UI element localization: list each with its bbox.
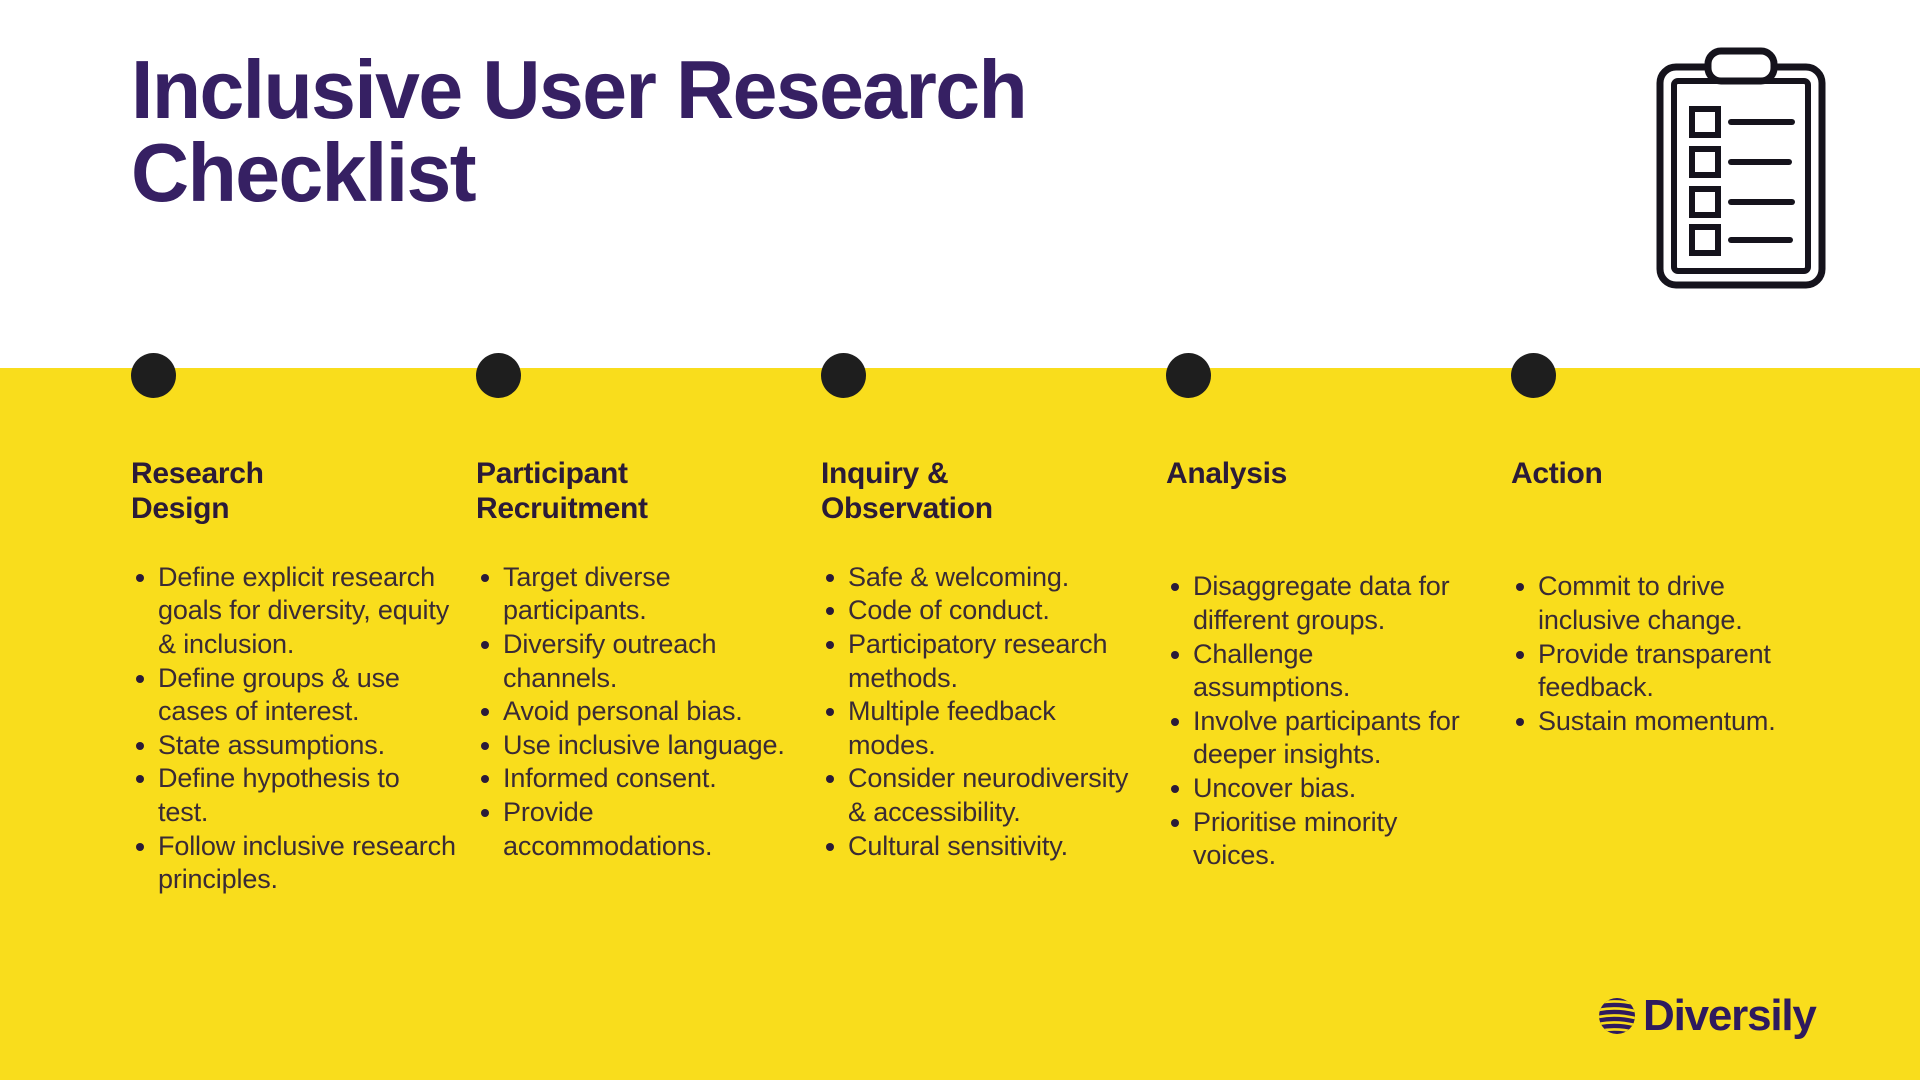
list-item: Code of conduct. [821,594,1147,628]
clipboard-checklist-icon [1652,45,1830,295]
checklist-column-action: Action Commit to drive inclusive change.… [1511,368,1817,738]
column-heading: Analysis [1166,457,1287,490]
column-heading: Action [1511,457,1603,490]
logo-wordmark: Diversily [1643,991,1817,1040]
poster-header: Inclusive User Research Checklist [0,0,1920,368]
list-item: Commit to drive inclusive change. [1511,570,1817,637]
list-item: Disaggregate data for different groups. [1166,570,1472,637]
infographic-poster: Inclusive User Research Checklist Resear… [0,0,1920,1080]
column-heading: Research Design [131,457,264,526]
list-item: Informed consent. [476,762,802,796]
column-bullet-list: Safe & welcoming. Code of conduct. Parti… [821,561,1147,863]
list-item: Challenge assumptions. [1166,638,1472,705]
page-title: Inclusive User Research Checklist [131,43,1028,219]
list-item: Cultural sensitivity. [821,830,1147,864]
diversily-logo: Diversily [1596,991,1817,1040]
column-heading: Inquiry & Observation [821,457,993,526]
list-item: Sustain momentum. [1511,705,1817,739]
list-item: Define hypothesis to test. [131,762,457,829]
column-bullet-list: Define explicit research goals for diver… [131,561,457,897]
checklist-column-participant-recruitment: Participant Recruitment Target diverse p… [476,368,802,863]
list-item: Provide transparent feedback. [1511,638,1817,705]
list-item: Prioritise minority voices. [1166,806,1472,873]
checklist-column-analysis: Analysis Disaggregate data for different… [1166,368,1472,873]
list-item: Participatory research methods. [821,628,1147,695]
list-item: Use inclusive language. [476,729,802,763]
list-item: Provide accommodations. [476,796,802,863]
list-item: Define explicit research goals for diver… [131,561,457,662]
list-item: Uncover bias. [1166,772,1472,806]
list-item: Diversify outreach channels. [476,628,802,695]
checklist-column-research-design: Research Design Define explicit research… [131,368,457,897]
column-bullet-list: Target diverse participants. Diversify o… [476,561,802,863]
list-item: Multiple feedback modes. [821,695,1147,762]
column-bullet-list: Disaggregate data for different groups. … [1166,570,1472,872]
checklist-column-inquiry-observation: Inquiry & Observation Safe & welcoming. … [821,368,1147,863]
list-item: State assumptions. [131,729,457,763]
column-bullet-list: Commit to drive inclusive change. Provid… [1511,570,1817,738]
checklist-columns: Research Design Define explicit research… [0,368,1920,1080]
list-item: Define groups & use cases of interest. [131,662,457,729]
list-item: Involve participants for deeper insights… [1166,705,1472,772]
list-item: Avoid personal bias. [476,695,802,729]
list-item: Safe & welcoming. [821,561,1147,595]
list-item: Consider neurodiversity & accessibility. [821,762,1147,829]
striped-globe-icon [1596,995,1638,1037]
column-heading: Participant Recruitment [476,457,648,526]
list-item: Target diverse participants. [476,561,802,628]
list-item: Follow inclusive research principles. [131,830,457,897]
